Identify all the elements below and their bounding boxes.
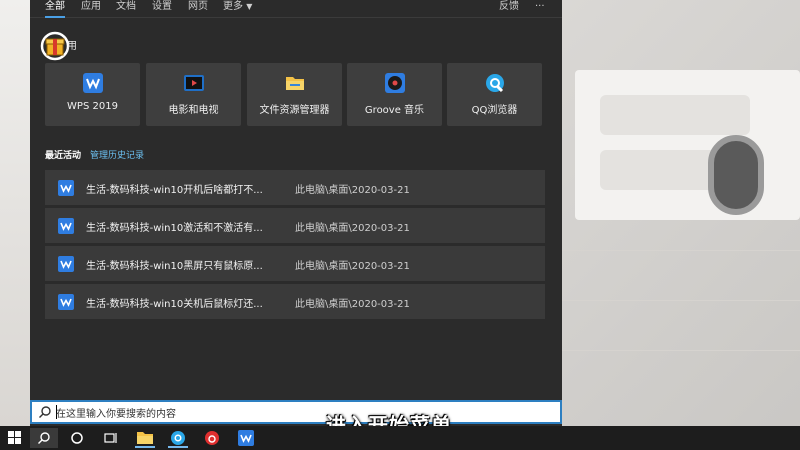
taskbar-search-button[interactable]: [30, 428, 58, 448]
recent-item-name: 生活-数码科技-win10激活和不激活有...: [86, 223, 263, 234]
qq-browser-icon: [486, 74, 504, 93]
list-item[interactable]: 生活-数码科技-win10关机后鼠标灯还... 此电脑\桌面\2020-03-2…: [45, 284, 545, 320]
app-tile-qq-browser[interactable]: QQ浏览器: [447, 63, 542, 126]
taskbar-qq-browser[interactable]: [164, 428, 192, 448]
taskbar-file-explorer[interactable]: [131, 428, 159, 448]
tab-more[interactable]: 更多 ▼: [223, 0, 252, 18]
windows-logo-icon: [8, 431, 21, 444]
app-tile-file-explorer[interactable]: 文件资源管理器: [247, 63, 342, 126]
tab-documents[interactable]: 文档: [116, 0, 136, 18]
more-options-button[interactable]: ···: [535, 0, 545, 14]
manage-history-link[interactable]: 管理历史记录: [90, 148, 144, 161]
task-view-icon: [104, 433, 117, 443]
qq-browser-icon: [171, 431, 185, 445]
recent-item-path: 此电脑\桌面\2020-03-21: [295, 185, 410, 196]
tab-more-label: 更多: [223, 1, 243, 12]
search-icon: [39, 406, 51, 418]
app-tile-movies-tv[interactable]: 电影和电视: [146, 63, 241, 126]
chevron-down-icon: ▼: [246, 2, 253, 11]
wps-icon: [83, 73, 103, 93]
tab-all[interactable]: 全部: [45, 0, 65, 18]
recent-item-name: 生活-数码科技-win10关机后鼠标灯还...: [86, 299, 263, 310]
app-tile-label: WPS 2019: [67, 101, 118, 112]
app-tile-label: 电影和电视: [168, 105, 219, 116]
app-tile-label: QQ浏览器: [471, 105, 518, 116]
groove-music-icon: [385, 73, 405, 93]
netease-music-icon: [205, 431, 219, 445]
taskbar-wps[interactable]: [232, 428, 260, 448]
taskbar-netease-music[interactable]: [198, 428, 226, 448]
wps-icon: [58, 180, 74, 196]
app-tile-label: 文件资源管理器: [259, 105, 330, 116]
wallpaper-floor-line: [560, 250, 800, 251]
wallpaper-wheel: [708, 135, 764, 215]
taskbar: [0, 426, 800, 450]
recent-activity-title: 最近活动: [45, 151, 82, 161]
app-tile-wps[interactable]: WPS 2019: [45, 63, 140, 126]
tab-web[interactable]: 网页: [188, 0, 208, 18]
wallpaper-floor-line: [560, 350, 800, 351]
list-item[interactable]: 生活-数码科技-win10黑屏只有鼠标原... 此电脑\桌面\2020-03-2…: [45, 246, 545, 282]
recent-item-name: 生活-数码科技-win10黑屏只有鼠标原...: [86, 261, 263, 272]
wallpaper-cart-slot: [600, 95, 750, 135]
app-tile-groove-music[interactable]: Groove 音乐: [347, 63, 442, 126]
recent-item-path: 此电脑\桌面\2020-03-21: [295, 261, 410, 272]
wps-icon: [238, 430, 254, 446]
movies-tv-icon: [184, 75, 204, 91]
active-indicator: [135, 446, 155, 448]
active-indicator: [168, 446, 188, 448]
cortana-circle-icon: [71, 432, 83, 444]
cortana-button[interactable]: [63, 428, 91, 448]
tab-apps[interactable]: 应用: [81, 0, 101, 18]
wps-icon: [58, 294, 74, 310]
wps-icon: [58, 256, 74, 272]
folder-icon: [137, 432, 153, 444]
top-apps-title: 用: [67, 41, 77, 52]
list-item[interactable]: 生活-数码科技-win10开机后啥都打不... 此电脑\桌面\2020-03-2…: [45, 170, 545, 206]
wallpaper-cart: [575, 70, 800, 220]
search-filter-nav: 全部 应用 文档 设置 网页 更多 ▼ 反馈 ···: [30, 0, 562, 18]
start-button[interactable]: [2, 428, 30, 448]
recent-item-path: 此电脑\桌面\2020-03-21: [295, 299, 410, 310]
task-view-button[interactable]: [97, 428, 125, 448]
recent-item-name: 生活-数码科技-win10开机后啥都打不...: [86, 185, 263, 196]
wps-icon: [58, 218, 74, 234]
recent-item-path: 此电脑\桌面\2020-03-21: [295, 223, 410, 234]
wallpaper-floor-line: [560, 300, 800, 301]
search-input[interactable]: 在这里输入你要搜索的内容: [56, 405, 176, 420]
search-icon: [38, 432, 50, 444]
list-item[interactable]: 生活-数码科技-win10激活和不激活有... 此电脑\桌面\2020-03-2…: [45, 208, 545, 244]
folder-icon: [286, 77, 304, 90]
app-tile-label: Groove 音乐: [364, 105, 425, 116]
tab-settings[interactable]: 设置: [152, 0, 172, 18]
feedback-link[interactable]: 反馈: [499, 0, 519, 14]
search-box[interactable]: 在这里输入你要搜索的内容: [30, 400, 562, 424]
